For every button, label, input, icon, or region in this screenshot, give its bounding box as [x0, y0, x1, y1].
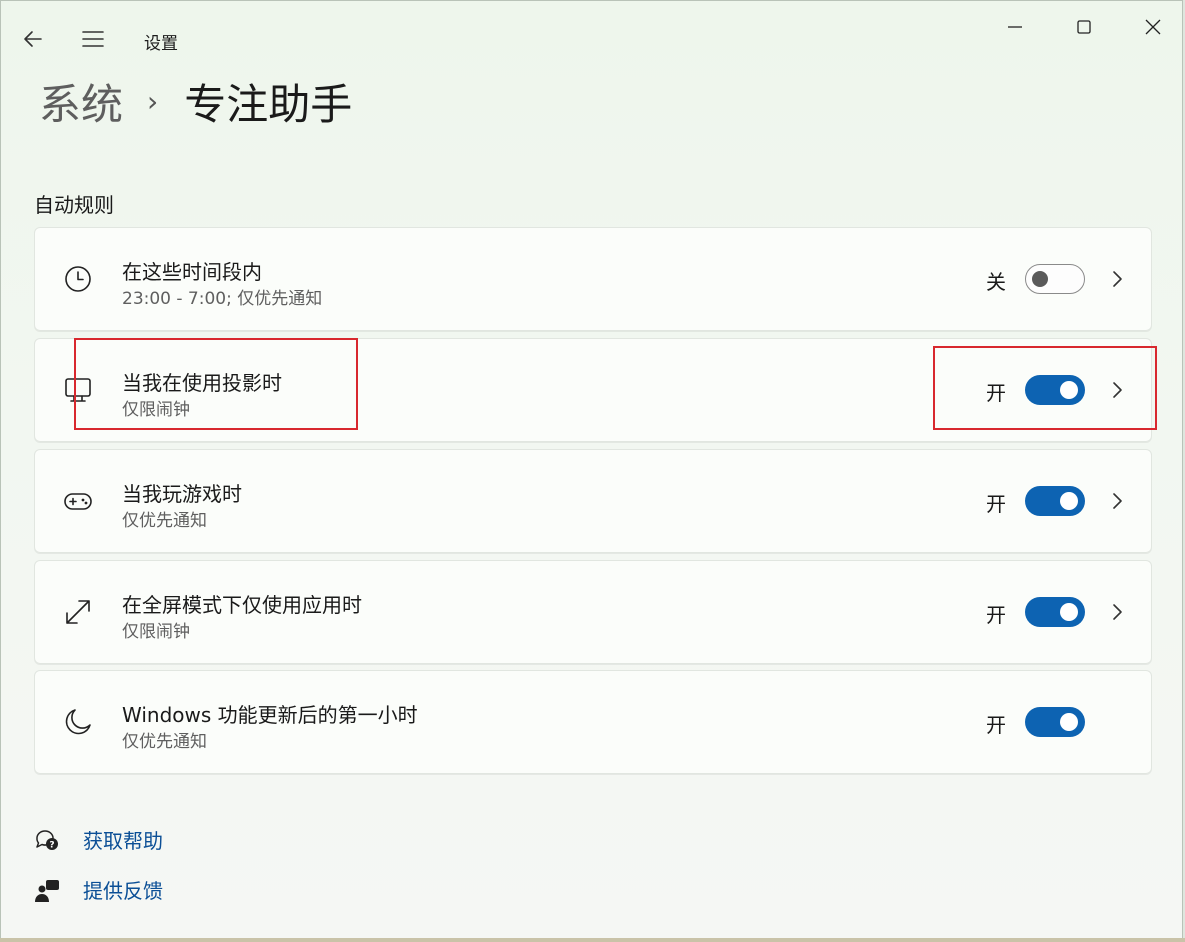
- clock-icon: [65, 266, 91, 292]
- rule-name: 在这些时间段内: [122, 260, 262, 284]
- feedback-icon: [35, 879, 59, 902]
- maximize-button[interactable]: [1061, 11, 1107, 43]
- rule-card-feature-update[interactable]: Windows 功能更新后的第一小时 仅优先通知 开: [34, 670, 1152, 774]
- breadcrumb: 系统 › 专注助手: [39, 73, 352, 129]
- toggle-state-label: 关: [986, 270, 1006, 294]
- rule-description: 仅优先通知: [122, 732, 207, 752]
- toggle-knob: [1060, 492, 1078, 510]
- fullscreen-expand-icon: [66, 600, 90, 624]
- rule-description: 23:00 - 7:00; 仅优先通知: [122, 289, 323, 309]
- svg-text:?: ?: [49, 840, 54, 850]
- toggle-knob: [1060, 603, 1078, 621]
- breadcrumb-separator: ›: [147, 84, 159, 118]
- rule-card-time-period[interactable]: 在这些时间段内 23:00 - 7:00; 仅优先通知 关: [34, 227, 1152, 331]
- minimize-button[interactable]: [992, 11, 1038, 43]
- section-title-auto-rules: 自动规则: [34, 193, 114, 217]
- rule-description: 仅限闹钟: [122, 622, 190, 642]
- app-title: 设置: [144, 34, 178, 54]
- back-arrow-icon[interactable]: [21, 27, 45, 51]
- toggle-knob: [1032, 271, 1048, 287]
- rule-toggle-time-period[interactable]: [1025, 264, 1085, 294]
- rule-toggle-gaming[interactable]: [1025, 486, 1085, 516]
- maximize-icon: [1077, 20, 1091, 34]
- rule-card-gaming[interactable]: 当我玩游戏时 仅优先通知 开: [34, 449, 1152, 553]
- moon-icon: [65, 709, 91, 735]
- minimize-icon: [1008, 26, 1022, 28]
- annotation-highlight-rule-name: [74, 338, 358, 430]
- taskbar-edge: [0, 938, 1185, 942]
- close-icon: [1145, 19, 1161, 35]
- toggle-state-label: 开: [986, 603, 1006, 627]
- gamepad-icon: [64, 493, 92, 510]
- help-chat-icon: ?: [36, 829, 58, 850]
- settings-window: 设置 系统 › 专注助手 自动规则 在这些时间段内 23:00 - 7:00; …: [0, 0, 1183, 940]
- rule-toggle-feature-update[interactable]: [1025, 707, 1085, 737]
- toggle-state-label: 开: [986, 492, 1006, 516]
- title-bar: 设置: [1, 1, 1182, 77]
- give-feedback-label[interactable]: 提供反馈: [83, 875, 163, 904]
- toggle-state-label: 开: [986, 713, 1006, 737]
- rule-name: 当我玩游戏时: [122, 482, 242, 506]
- rule-name: Windows 功能更新后的第一小时: [122, 703, 418, 727]
- breadcrumb-parent-system[interactable]: 系统: [39, 71, 123, 132]
- rule-description: 仅优先通知: [122, 511, 207, 531]
- rule-card-fullscreen[interactable]: 在全屏模式下仅使用应用时 仅限闹钟 开: [34, 560, 1152, 664]
- get-help-label[interactable]: 获取帮助: [83, 825, 163, 854]
- chevron-right-icon[interactable]: [1107, 490, 1127, 512]
- give-feedback-link[interactable]: 提供反馈: [33, 875, 163, 904]
- toggle-knob: [1060, 713, 1078, 731]
- hamburger-menu-icon[interactable]: [81, 27, 105, 51]
- close-button[interactable]: [1130, 11, 1176, 43]
- chevron-right-icon[interactable]: [1107, 601, 1127, 623]
- rule-name: 在全屏模式下仅使用应用时: [122, 593, 362, 617]
- get-help-link[interactable]: ? 获取帮助: [33, 825, 163, 854]
- page-title: 专注助手: [184, 79, 353, 129]
- rule-toggle-fullscreen[interactable]: [1025, 597, 1085, 627]
- annotation-highlight-toggle: [933, 346, 1157, 430]
- chevron-right-icon[interactable]: [1107, 268, 1127, 290]
